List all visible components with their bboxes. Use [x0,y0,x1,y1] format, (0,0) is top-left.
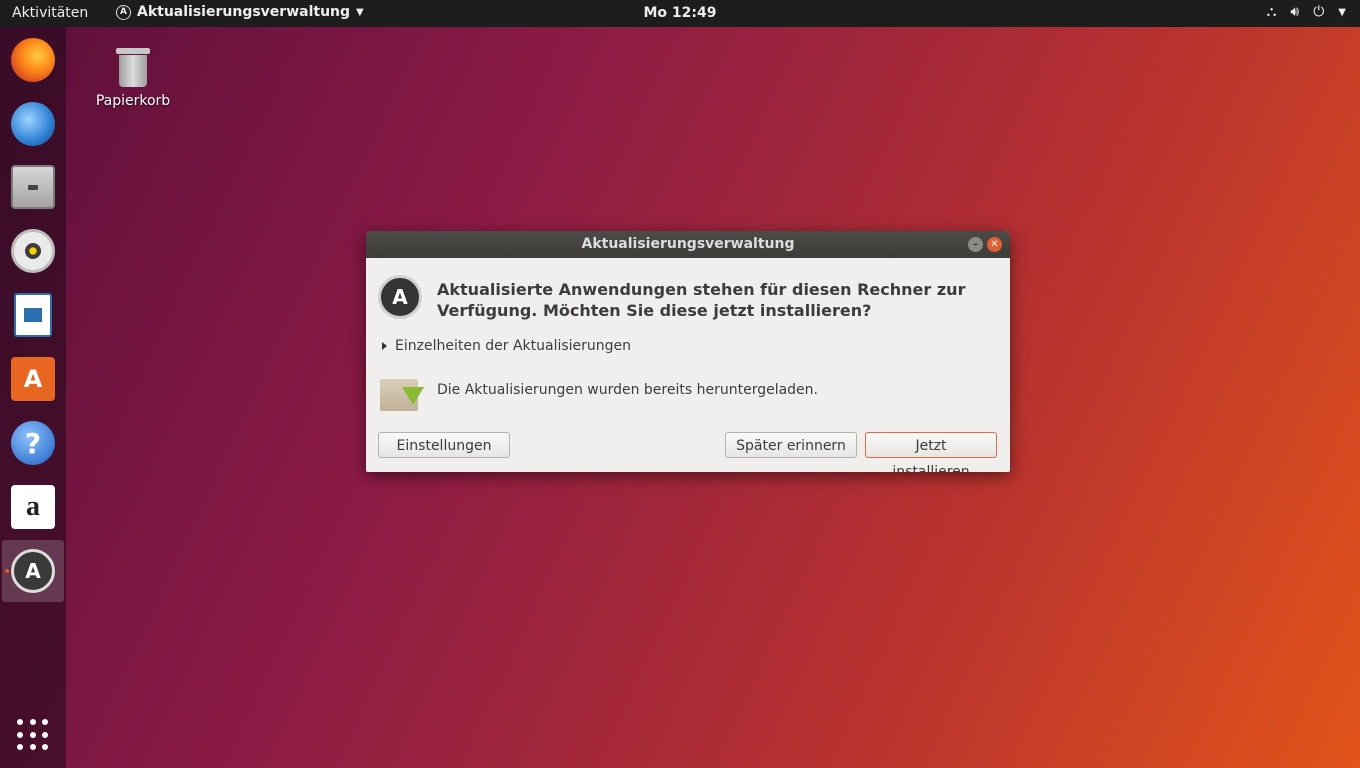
dock-item-amazon[interactable]: a [2,476,64,538]
thunderbird-icon [11,102,55,146]
volume-icon: 🔊︎ [1290,4,1300,20]
dock-item-writer[interactable] [2,284,64,346]
details-expander[interactable]: Einzelheiten der Aktualisierungen [382,338,631,354]
chevron-down-icon: ▼ [356,6,364,18]
status-text: Die Aktualisierungen wurden bereits heru… [437,382,818,398]
update-manager-icon: A [116,4,131,20]
dock-item-thunderbird[interactable] [2,93,64,155]
activities-button[interactable]: Aktivitäten [12,5,88,21]
rhythmbox-icon [11,229,55,273]
trash-label: Papierkorb [95,93,171,109]
system-tray[interactable]: ⛬ 🔊︎ ⏻ ▼ [1267,4,1346,20]
dock-item-help[interactable]: ? [2,412,64,474]
clock[interactable]: Mo 12:49 [644,5,717,21]
expander-arrow-icon [382,342,387,350]
firefox-icon [11,38,55,82]
update-dialog: Aktualisierungsverwaltung – ✕ A Aktualis… [366,231,1010,472]
settings-button[interactable]: Einstellungen … [378,432,510,472]
app-menu[interactable]: A Aktualisierungsverwaltung ▼ [116,4,364,20]
dialog-headline: Aktualisierte Anwendungen stehen für die… [437,280,966,320]
desktop-trash[interactable]: Papierkorb [93,44,173,109]
package-download-icon [380,373,424,413]
writer-icon [14,293,52,337]
update-manager-icon: A [378,275,422,319]
trash-icon [116,46,150,88]
app-menu-label: Aktualisierungsverwaltung [137,4,351,20]
help-icon: ? [11,421,55,465]
software-icon: A [11,357,55,401]
running-indicator [5,569,9,573]
update-manager-icon: A [11,549,55,593]
dock-item-files[interactable] [2,156,64,218]
top-bar: Aktivitäten A Aktualisierungsverwaltung … [0,0,1360,27]
install-now-button[interactable]: Jetzt installieren [865,432,997,472]
remind-later-button[interactable]: Später erinnern [725,432,857,458]
chevron-down-icon: ▼ [1338,6,1346,18]
power-icon: ⏻ [1313,4,1325,20]
dock-item-rhythmbox[interactable] [2,220,64,282]
files-icon [11,165,55,209]
network-icon: ⛬ [1266,4,1277,20]
dock-item-firefox[interactable] [2,29,64,91]
details-expander-label: Einzelheiten der Aktualisierungen [395,338,632,354]
show-applications-button[interactable] [17,719,49,751]
close-button[interactable]: ✕ [987,237,1002,252]
minimize-button[interactable]: – [968,237,983,252]
dialog-titlebar[interactable]: Aktualisierungsverwaltung – ✕ [366,231,1010,258]
dock-item-software[interactable]: A [2,348,64,410]
dock-item-update-manager[interactable]: A [2,540,64,602]
dock: A ? a A [0,27,66,768]
amazon-icon: a [11,485,55,529]
dialog-title: Aktualisierungsverwaltung [581,236,795,252]
